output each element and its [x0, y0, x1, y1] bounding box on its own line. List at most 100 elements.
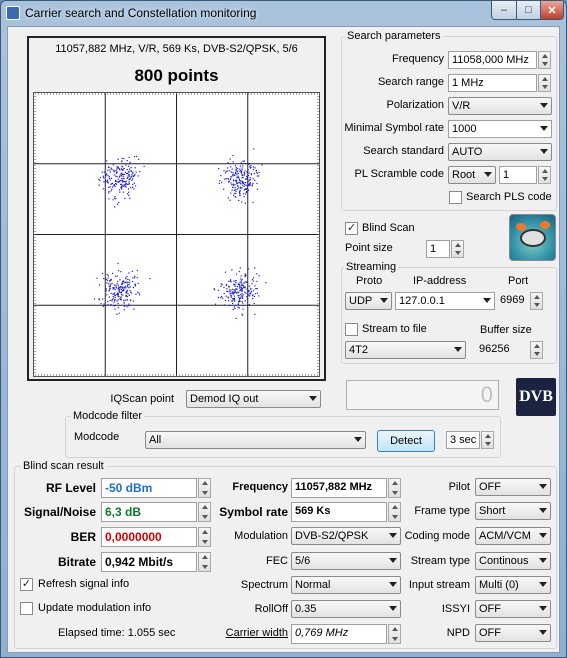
iq-point — [117, 299, 119, 301]
update-modulation-checkbox[interactable] — [20, 602, 33, 615]
search-pls-label: Search PLS code — [466, 191, 552, 203]
point-size-spinner[interactable] — [451, 240, 464, 258]
stream-type-value: Continous — [479, 555, 529, 567]
carrier-width-spinner[interactable] — [388, 624, 401, 644]
refresh-signal-label: Refresh signal info — [38, 578, 130, 590]
iq-point — [114, 297, 116, 299]
port-input[interactable]: 6969 — [497, 292, 529, 310]
iq-point — [252, 168, 254, 171]
point-size-label: Point size — [345, 242, 393, 254]
iq-point — [109, 186, 111, 188]
iq-point — [230, 279, 232, 281]
spectrum-select[interactable]: Normal — [291, 576, 401, 594]
blind-scan-checkbox[interactable]: ✓ — [345, 222, 358, 235]
iq-point — [252, 201, 254, 204]
refresh-signal-checkbox[interactable]: ✓ — [20, 578, 33, 591]
iqscan-point-select[interactable]: Demod IQ out — [186, 390, 321, 408]
iq-point — [227, 291, 229, 293]
iq-point — [94, 298, 96, 300]
pl-scramble-input[interactable]: 1 — [499, 166, 537, 184]
iq-point — [249, 293, 251, 295]
iq-point — [120, 297, 122, 299]
stream-to-file-label: Stream to file — [362, 323, 427, 335]
chevron-down-icon — [380, 298, 388, 303]
minimize-button[interactable]: – — [491, 1, 517, 20]
buffer-size-spinner[interactable] — [530, 341, 543, 359]
iq-point — [100, 302, 102, 305]
maximize-button[interactable]: □ — [516, 1, 541, 20]
search-range-spinner[interactable] — [538, 74, 551, 92]
frequency-spinner[interactable] — [538, 51, 551, 69]
search-pls-checkbox[interactable] — [449, 191, 462, 204]
iq-point — [235, 317, 237, 319]
iq-point — [99, 176, 102, 179]
iq-point — [232, 175, 234, 177]
pl-scramble-spinner[interactable] — [538, 166, 551, 184]
iq-point — [256, 292, 258, 294]
min-symbol-rate-select[interactable]: 1000 — [448, 120, 552, 138]
iq-point — [132, 286, 134, 289]
ip-address-select[interactable]: 127.0.0.1 — [395, 292, 495, 310]
iq-point — [232, 155, 234, 157]
npd-select[interactable]: OFF — [475, 624, 551, 642]
chevron-down-icon — [539, 508, 547, 513]
iq-point — [133, 175, 135, 177]
pl-scramble-mode-select[interactable]: Root — [448, 166, 496, 184]
iq-point — [136, 155, 138, 157]
iq-point — [237, 304, 239, 306]
iq-point — [225, 178, 227, 180]
close-button[interactable]: ✕ — [540, 1, 564, 20]
frequency-input[interactable]: 11058,000 MHz — [448, 51, 537, 69]
modcode-select[interactable]: All — [145, 431, 366, 449]
pilot-select[interactable]: OFF — [475, 478, 551, 496]
point-size-input[interactable]: 1 — [426, 240, 450, 258]
iq-point — [252, 298, 254, 300]
iq-point — [219, 180, 221, 182]
input-stream-select[interactable]: Multi (0) — [475, 576, 551, 594]
iq-point — [229, 199, 231, 201]
symbol-rate-label: Symbol rate — [219, 505, 288, 519]
search-range-input[interactable]: 1 MHz — [448, 74, 537, 92]
stream-file-select[interactable]: 4T2 — [345, 341, 466, 359]
fec-select[interactable]: 5/6 — [291, 552, 401, 570]
modulation-select[interactable]: DVB-S2/QPSK — [291, 527, 401, 545]
iq-point — [134, 173, 136, 176]
rolloff-select[interactable]: 0.35 — [291, 600, 401, 618]
buffer-size-input[interactable]: 96256 — [476, 341, 530, 359]
iq-point — [124, 281, 126, 283]
interval-spinner[interactable] — [481, 431, 494, 449]
carrier-width-label[interactable]: Carrier width — [208, 627, 288, 639]
detect-button[interactable]: Detect — [377, 430, 435, 452]
search-standard-select[interactable]: AUTO — [448, 143, 552, 161]
iq-point — [110, 279, 112, 281]
stream-type-select[interactable]: Continous — [475, 552, 551, 570]
polarization-select[interactable]: V/R — [448, 97, 552, 115]
stream-to-file-checkbox[interactable] — [345, 323, 358, 336]
iq-point — [256, 288, 258, 290]
interval-input[interactable]: 3 sec — [446, 431, 480, 449]
iq-point — [123, 309, 125, 311]
iq-point — [234, 173, 237, 175]
iq-point — [218, 182, 220, 184]
iq-point — [240, 187, 242, 190]
iq-point — [220, 181, 223, 184]
iq-point — [265, 282, 267, 284]
port-spinner[interactable] — [530, 292, 543, 310]
iq-point — [255, 288, 257, 290]
iq-point — [116, 313, 118, 315]
frequency-result-spinner[interactable] — [388, 478, 401, 498]
frame-type-select[interactable]: Short — [475, 502, 551, 520]
proto-select[interactable]: UDP — [345, 292, 392, 310]
iq-point — [233, 295, 235, 297]
iq-point — [115, 175, 117, 177]
iq-point — [117, 293, 119, 295]
iq-point — [126, 177, 128, 179]
iq-point — [248, 183, 250, 185]
chevron-down-icon — [483, 298, 491, 303]
symbol-rate-value: 569 Ks — [291, 502, 387, 522]
symbol-rate-spinner[interactable] — [388, 502, 401, 522]
issyi-select[interactable]: OFF — [475, 600, 551, 618]
iq-point — [105, 175, 107, 177]
coding-mode-select[interactable]: ACM/VCM — [475, 527, 551, 545]
iq-point — [124, 181, 126, 183]
